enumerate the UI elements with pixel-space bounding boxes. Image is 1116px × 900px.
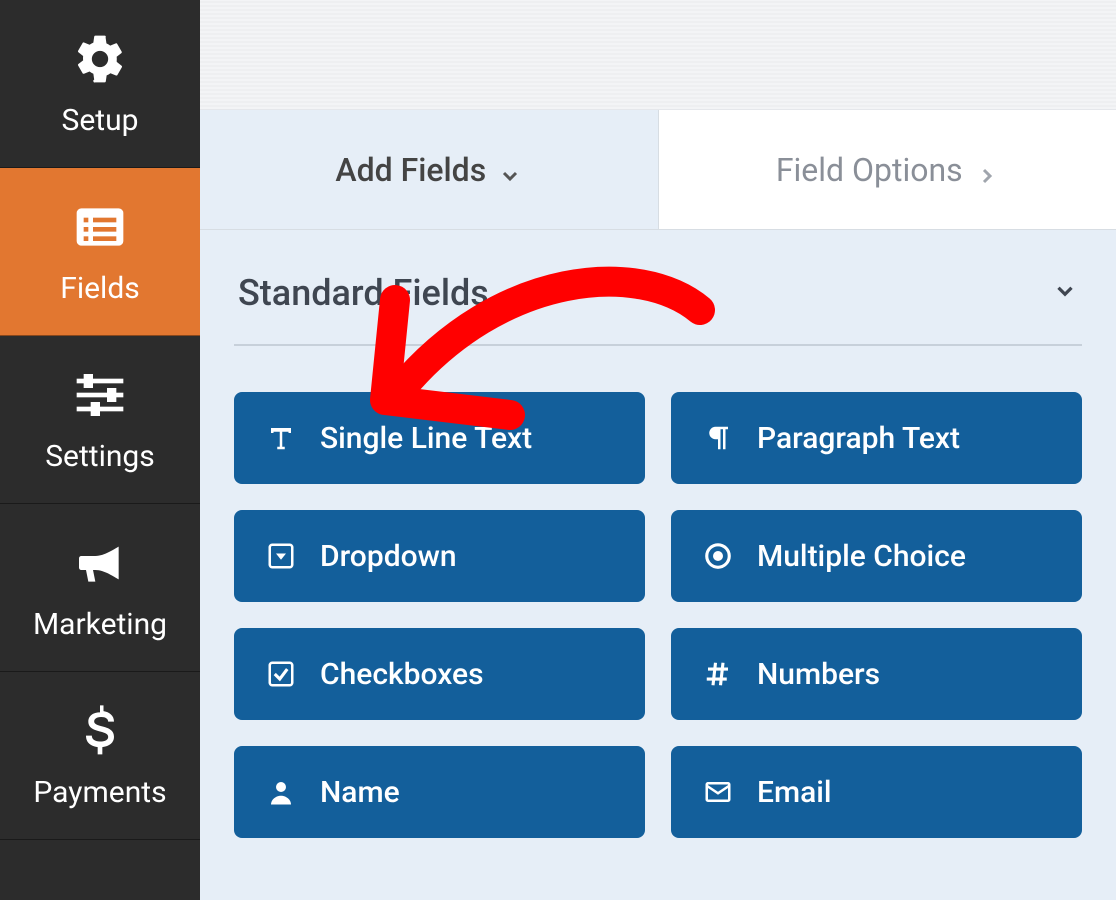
field-checkboxes[interactable]: Checkboxes (234, 628, 645, 720)
sidebar-item-payments[interactable]: Payments (0, 672, 200, 840)
list-icon (70, 197, 130, 257)
field-grid: Single Line Text Paragraph Text Dropdown (234, 392, 1082, 838)
group-title: Standard Fields (238, 272, 489, 314)
sidebar-item-label: Setup (62, 103, 139, 138)
main-area: Add Fields Field Options Standard Fields (200, 0, 1116, 900)
field-name[interactable]: Name (234, 746, 645, 838)
bullhorn-icon (70, 533, 130, 593)
checkbox-icon (264, 657, 298, 691)
field-label: Email (757, 775, 832, 810)
chevron-down-icon (498, 158, 522, 182)
sidebar-item-settings[interactable]: Settings (0, 336, 200, 504)
sidebar-item-label: Marketing (33, 607, 167, 642)
group-header-standard-fields[interactable]: Standard Fields (234, 230, 1082, 346)
sidebar-item-label: Settings (45, 439, 155, 474)
radio-icon (701, 539, 735, 573)
chevron-down-icon (1052, 278, 1078, 308)
gear-icon (70, 29, 130, 89)
hash-icon (701, 657, 735, 691)
sliders-icon (70, 365, 130, 425)
tabs: Add Fields Field Options (200, 110, 1116, 230)
chevron-right-icon (975, 158, 999, 182)
field-label: Numbers (757, 657, 880, 692)
field-paragraph-text[interactable]: Paragraph Text (671, 392, 1082, 484)
field-label: Dropdown (320, 539, 457, 574)
sidebar-item-marketing[interactable]: Marketing (0, 504, 200, 672)
field-multiple-choice[interactable]: Multiple Choice (671, 510, 1082, 602)
sidebar-item-label: Fields (60, 271, 139, 306)
tab-label: Field Options (776, 151, 963, 189)
sidebar-item-setup[interactable]: Setup (0, 0, 200, 168)
field-label: Name (320, 775, 400, 810)
top-strip (200, 0, 1116, 110)
envelope-icon (701, 775, 735, 809)
app-root: Setup Fields Settings Marketing Payments (0, 0, 1116, 900)
sidebar-item-label: Payments (33, 775, 166, 810)
field-single-line-text[interactable]: Single Line Text (234, 392, 645, 484)
tab-label: Add Fields (335, 151, 486, 189)
dollar-icon (70, 701, 130, 761)
field-label: Single Line Text (320, 421, 532, 456)
user-icon (264, 775, 298, 809)
field-label: Paragraph Text (757, 421, 960, 456)
paragraph-icon (701, 421, 735, 455)
sidebar: Setup Fields Settings Marketing Payments (0, 0, 200, 900)
field-label: Multiple Choice (757, 539, 966, 574)
field-label: Checkboxes (320, 657, 484, 692)
field-numbers[interactable]: Numbers (671, 628, 1082, 720)
text-cursor-icon (264, 421, 298, 455)
fields-panel: Standard Fields Single Line Text Para (200, 230, 1116, 900)
field-dropdown[interactable]: Dropdown (234, 510, 645, 602)
tab-add-fields[interactable]: Add Fields (200, 110, 659, 229)
sidebar-item-fields[interactable]: Fields (0, 168, 200, 336)
field-email[interactable]: Email (671, 746, 1082, 838)
dropdown-icon (264, 539, 298, 573)
tab-field-options[interactable]: Field Options (659, 110, 1116, 229)
